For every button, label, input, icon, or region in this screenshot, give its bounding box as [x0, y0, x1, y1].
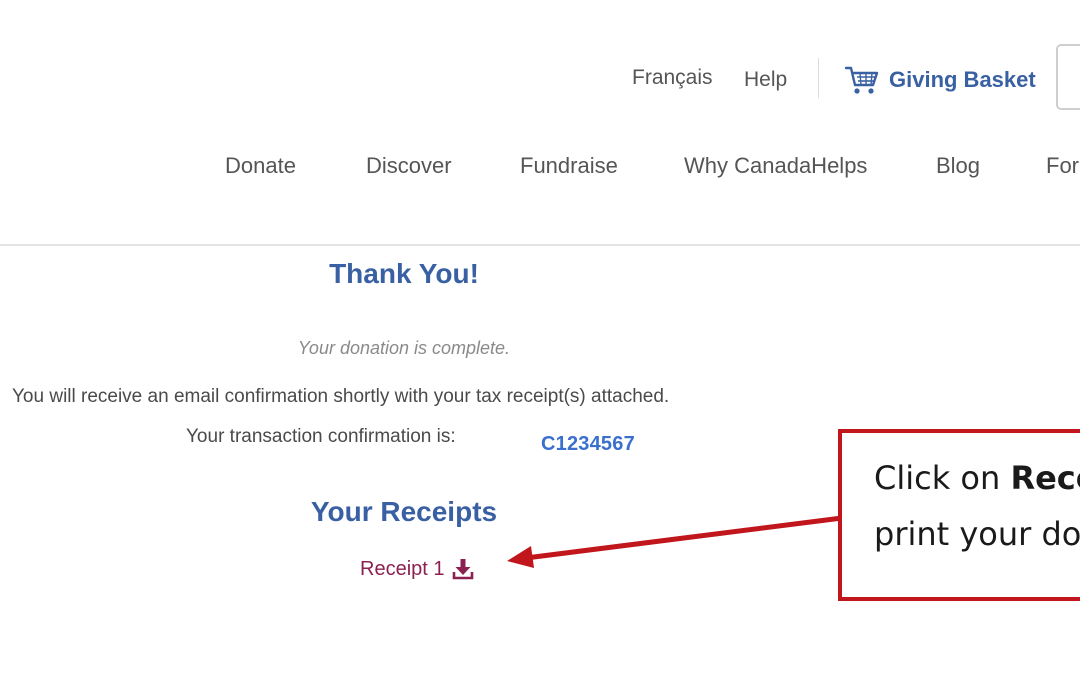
confirmation-label: Your transaction confirmation is:	[186, 426, 456, 447]
confirmation-number: C1234567	[541, 433, 635, 455]
thank-you-heading: Thank You!	[329, 258, 479, 289]
nav-item-blog[interactable]: Blog	[936, 153, 980, 179]
help-link[interactable]: Help	[744, 68, 787, 92]
topbar-divider	[818, 58, 819, 98]
receipts-heading: Your Receipts	[310, 496, 498, 527]
account-button[interactable]	[1056, 44, 1080, 110]
header-divider	[0, 244, 1080, 246]
language-link[interactable]: Français	[632, 66, 713, 90]
callout-text-prefix: Click on	[874, 459, 1011, 497]
email-notice: You will receive an email confirmation s…	[12, 386, 670, 407]
receipt-1-link[interactable]: Receipt 1	[360, 555, 474, 583]
giving-basket-label: Giving Basket	[889, 67, 1036, 92]
nav-item-fundraise[interactable]: Fundraise	[520, 153, 618, 179]
receipt-link-label: Receipt 1	[360, 557, 445, 580]
shopping-cart-icon	[845, 65, 879, 95]
download-icon	[452, 558, 474, 580]
callout-line-1: Click on Rece	[874, 459, 1080, 497]
callout-text-bold: Rece	[1010, 459, 1080, 497]
giving-basket-link[interactable]: Giving Basket	[845, 64, 1036, 96]
donation-status: Your donation is complete.	[297, 338, 511, 358]
nav-item-for[interactable]: For	[1046, 153, 1079, 179]
annotation-callout: Click on Rece print your do	[838, 429, 1080, 601]
nav-item-why-canadahelps[interactable]: Why CanadaHelps	[684, 153, 867, 179]
callout-line-2: print your do	[874, 515, 1080, 553]
nav-item-discover[interactable]: Discover	[366, 153, 452, 179]
nav-item-donate[interactable]: Donate	[225, 153, 296, 179]
